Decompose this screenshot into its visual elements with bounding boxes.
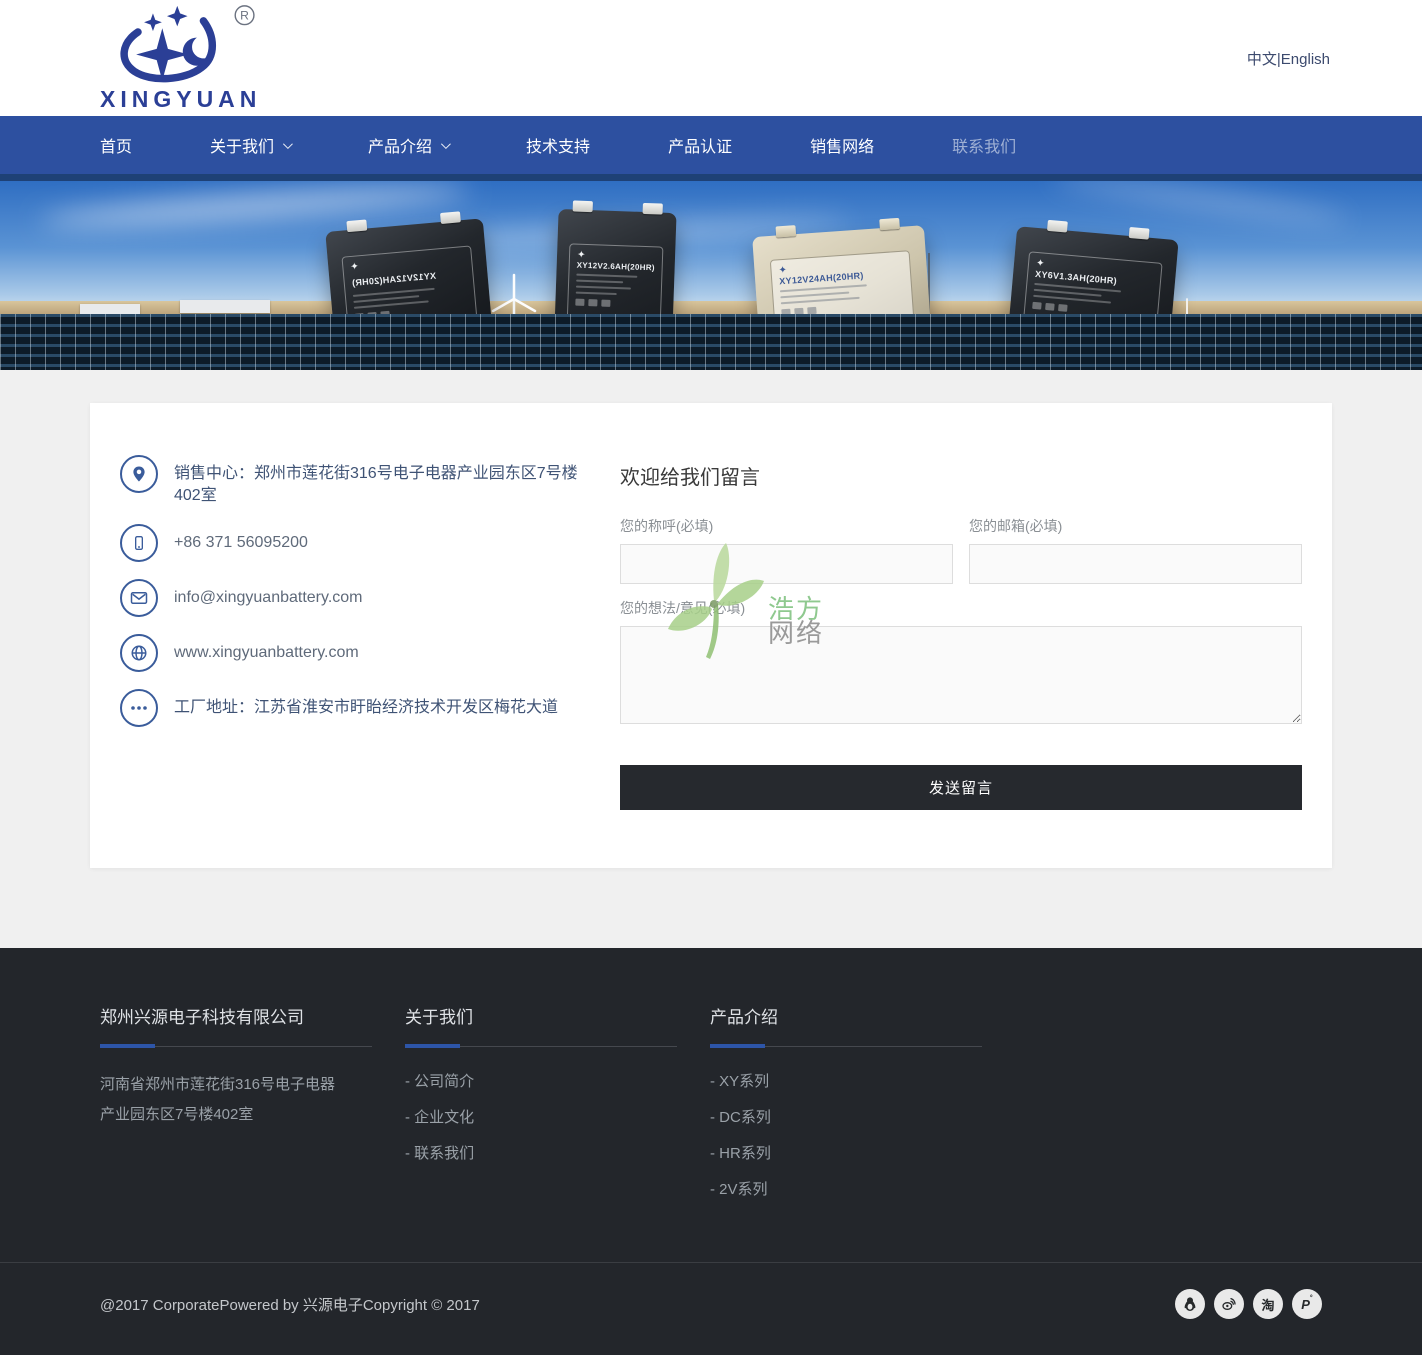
- nav-item-products[interactable]: 产品介绍: [358, 116, 458, 174]
- footer-company-column: 郑州兴源电子科技有限公司 河南省郑州市莲花街316号电子电器产业园东区7号楼40…: [100, 1003, 395, 1214]
- distant-building: [80, 304, 140, 314]
- weibo-icon[interactable]: [1214, 1289, 1244, 1319]
- social-links: 淘 P°: [1175, 1289, 1322, 1319]
- chevron-down-icon: [283, 139, 293, 149]
- svg-text:R: R: [240, 8, 249, 22]
- contact-item-website: www.xingyuanbattery.com: [120, 634, 592, 672]
- message-form: 欢迎给我们留言 您的称呼(必填) 您的邮箱(必填) 您的想法/意见(必填): [620, 455, 1302, 810]
- email-field-label: 您的邮箱(必填): [969, 516, 1302, 536]
- registered-mark-icon: R: [235, 5, 254, 24]
- factory-address: 工厂地址：江苏省淮安市盱眙经济技术开发区梅花大道: [174, 689, 558, 727]
- taobao-icon[interactable]: 淘: [1253, 1289, 1283, 1319]
- battery-label: XY12V12AH(20HR): [351, 271, 436, 288]
- contact-info-column: 销售中心：郑州市莲花街316号电子电器产业园东区7号楼402室 +86 371 …: [120, 455, 592, 810]
- globe-icon: [120, 634, 158, 672]
- message-textarea[interactable]: [620, 626, 1302, 724]
- email-link[interactable]: info@xingyuanbattery.com: [174, 579, 362, 617]
- sales-center-address: 销售中心：郑州市莲花街316号电子电器产业园东区7号楼402室: [174, 455, 592, 507]
- website-link[interactable]: www.xingyuanbattery.com: [174, 634, 359, 672]
- nav-item-home[interactable]: 首页: [90, 116, 142, 174]
- footer-company-title: 郑州兴源电子科技有限公司: [100, 1003, 395, 1028]
- lang-en-link[interactable]: English: [1281, 51, 1330, 68]
- copyright-text: @2017 CorporatePowered by 兴源电子Copyright …: [100, 1294, 480, 1315]
- footer-company-address: 河南省郑州市莲花街316号电子电器产业园东区7号楼402室: [100, 1070, 345, 1130]
- company-logo[interactable]: R XINGYUAN: [90, 4, 261, 113]
- logo-wordmark: XINGYUAN: [100, 86, 261, 113]
- nav-item-tech-support[interactable]: 技术支持: [516, 116, 600, 174]
- mobile-phone-icon: [120, 524, 158, 562]
- envelope-icon: [120, 579, 158, 617]
- cloud: [1050, 181, 1349, 228]
- contact-item-email: info@xingyuanbattery.com: [120, 579, 592, 617]
- nav-item-about[interactable]: 关于我们: [200, 116, 300, 174]
- header: R XINGYUAN 中文|English: [0, 0, 1422, 116]
- contact-item-sales-center: 销售中心：郑州市莲花街316号电子电器产业园东区7号楼402室: [120, 455, 592, 507]
- contact-card: 销售中心：郑州市莲花街316号电子电器产业园东区7号楼402室 +86 371 …: [90, 403, 1332, 868]
- footer-link-hr-series[interactable]: - HR系列: [710, 1142, 1005, 1163]
- chevron-down-icon: [441, 139, 451, 149]
- nav-item-certification[interactable]: 产品认证: [658, 116, 742, 174]
- contact-item-phone: +86 371 56095200: [120, 524, 592, 562]
- footer-link-company-profile[interactable]: - 公司简介: [405, 1070, 700, 1091]
- footer-link-culture[interactable]: - 企业文化: [405, 1106, 700, 1127]
- solar-panel-field: [0, 314, 1422, 370]
- footer-bottom-bar: @2017 CorporatePowered by 兴源电子Copyright …: [0, 1262, 1422, 1355]
- language-switcher: 中文|English: [1247, 48, 1332, 69]
- lang-zh-link[interactable]: 中文: [1247, 51, 1277, 68]
- message-field-label: 您的想法/意见(必填): [620, 598, 1302, 618]
- form-title: 欢迎给我们留言: [620, 461, 1302, 490]
- footer-divider: [100, 1044, 372, 1048]
- hero-banner: ✦ XY12V12AH(20HR) ✦ XY12V2.6AH(20HR) ✦ X…: [0, 181, 1422, 370]
- distant-building: [180, 300, 270, 313]
- send-message-button[interactable]: 发送留言: [620, 765, 1302, 810]
- ellipsis-icon: [120, 689, 158, 727]
- p-badge-icon[interactable]: P°: [1292, 1289, 1322, 1319]
- footer-about-title: 关于我们: [405, 1003, 700, 1028]
- qq-icon[interactable]: [1175, 1289, 1205, 1319]
- battery-logo-mark: ✦: [350, 253, 464, 273]
- nav-item-contact[interactable]: 联系我们: [942, 116, 1026, 174]
- main-nav: 首页 关于我们 产品介绍 技术支持 产品认证 销售网络 联系我们: [0, 116, 1422, 181]
- footer-link-contact[interactable]: - 联系我们: [405, 1142, 700, 1163]
- footer-link-xy-series[interactable]: - XY系列: [710, 1070, 1005, 1091]
- name-input[interactable]: [620, 544, 953, 584]
- main-content: 销售中心：郑州市莲花街316号电子电器产业园东区7号楼402室 +86 371 …: [0, 370, 1422, 908]
- footer-divider: [405, 1044, 677, 1048]
- footer-products-title: 产品介绍: [710, 1003, 1005, 1028]
- footer-products-column: 产品介绍 - XY系列 - DC系列 - HR系列 - 2V系列: [710, 1003, 1005, 1214]
- phone-number: +86 371 56095200: [174, 524, 308, 562]
- footer-about-column: 关于我们 - 公司简介 - 企业文化 - 联系我们: [405, 1003, 700, 1214]
- nav-item-sales-network[interactable]: 销售网络: [800, 116, 884, 174]
- name-field-label: 您的称呼(必填): [620, 516, 953, 536]
- logo-star-swoosh-icon: R: [106, 4, 256, 90]
- battery-label: XY12V2.6AH(20HR): [577, 261, 655, 273]
- footer-link-dc-series[interactable]: - DC系列: [710, 1106, 1005, 1127]
- email-input[interactable]: [969, 544, 1302, 584]
- footer-link-2v-series[interactable]: - 2V系列: [710, 1178, 1005, 1199]
- location-pin-icon: [120, 455, 158, 493]
- footer-divider: [710, 1044, 982, 1048]
- footer: 郑州兴源电子科技有限公司 河南省郑州市莲花街316号电子电器产业园东区7号楼40…: [0, 948, 1422, 1355]
- contact-item-factory: 工厂地址：江苏省淮安市盱眙经济技术开发区梅花大道: [120, 689, 592, 727]
